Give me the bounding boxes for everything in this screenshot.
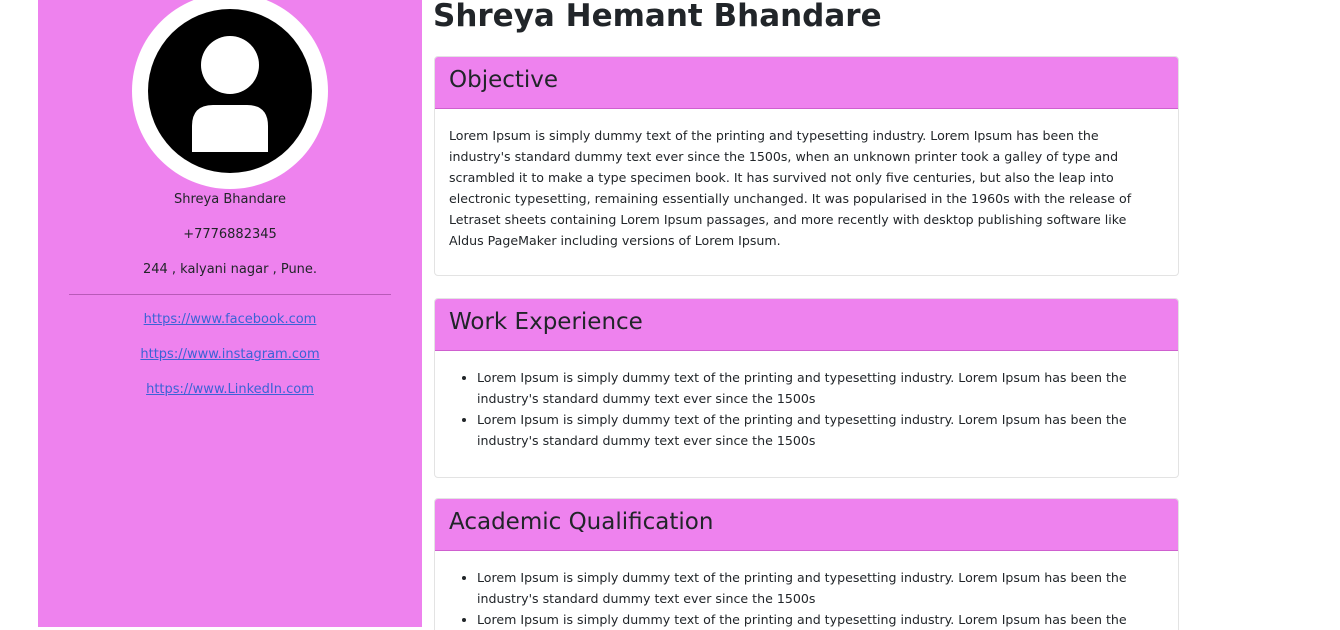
work-experience-card: Work Experience Lorem Ipsum is simply du… — [434, 298, 1179, 478]
linkedin-link-row: https://www.LinkedIn.com — [38, 381, 422, 399]
work-experience-header: Work Experience — [435, 299, 1178, 351]
profile-phone: +7776882345 — [183, 227, 277, 242]
facebook-link-row: https://www.facebook.com — [38, 311, 422, 329]
work-experience-heading: Work Experience — [449, 309, 643, 335]
list-item: Lorem Ipsum is simply dummy text of the … — [477, 409, 1164, 451]
objective-heading: Objective — [449, 67, 559, 93]
academic-qualification-list: Lorem Ipsum is simply dummy text of the … — [449, 567, 1164, 630]
instagram-link[interactable]: https://www.instagram.com — [140, 347, 319, 362]
instagram-link-row: https://www.instagram.com — [38, 346, 422, 364]
resume-page: Shreya Bhandare +7776882345 244 , kalyan… — [0, 0, 1340, 630]
list-item: Lorem Ipsum is simply dummy text of the … — [477, 609, 1164, 630]
academic-qualification-heading: Academic Qualification — [449, 509, 714, 535]
profile-name: Shreya Bhandare — [174, 192, 286, 207]
objective-text: Lorem Ipsum is simply dummy text of the … — [449, 128, 1132, 248]
objective-body: Lorem Ipsum is simply dummy text of the … — [435, 109, 1178, 267]
avatar — [132, 0, 328, 189]
work-experience-list: Lorem Ipsum is simply dummy text of the … — [449, 367, 1164, 451]
list-item: Lorem Ipsum is simply dummy text of the … — [477, 567, 1164, 609]
objective-card: Objective Lorem Ipsum is simply dummy te… — [434, 56, 1179, 276]
facebook-link[interactable]: https://www.facebook.com — [144, 312, 317, 327]
objective-header: Objective — [435, 57, 1178, 109]
page-title: Shreya Hemant Bhandare — [433, 0, 882, 34]
sidebar: Shreya Bhandare +7776882345 244 , kalyan… — [38, 0, 422, 627]
list-item: Lorem Ipsum is simply dummy text of the … — [477, 367, 1164, 409]
academic-qualification-card: Academic Qualification Lorem Ipsum is si… — [434, 498, 1179, 630]
academic-qualification-body: Lorem Ipsum is simply dummy text of the … — [435, 551, 1178, 630]
academic-qualification-header: Academic Qualification — [435, 499, 1178, 551]
user-silhouette-icon — [148, 9, 312, 173]
main-content: Shreya Hemant Bhandare Objective Lorem I… — [433, 0, 1179, 630]
profile-address: 244 , kalyani nagar , Pune. — [142, 262, 318, 277]
linkedin-link[interactable]: https://www.LinkedIn.com — [146, 382, 314, 397]
work-experience-body: Lorem Ipsum is simply dummy text of the … — [435, 351, 1178, 467]
sidebar-divider — [69, 294, 391, 295]
